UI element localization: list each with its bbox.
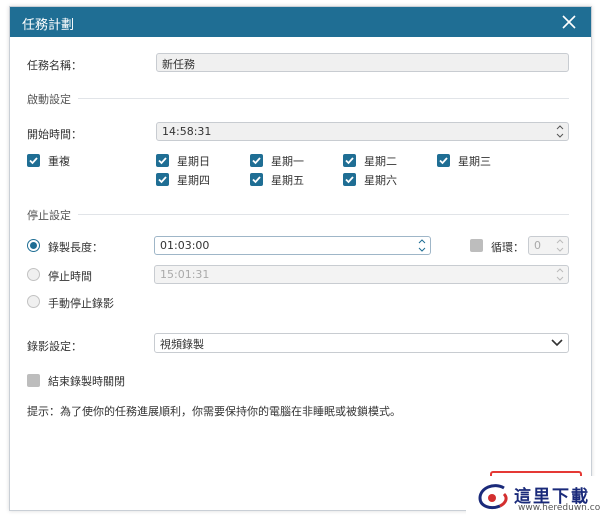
screen: 任務計劃 任務名稱： 新任務 啟動設定 開始時間： 14:58:31 重複 星期… <box>0 0 600 518</box>
close-after-label: 結束錄製時關閉 <box>48 375 125 388</box>
start-section-divider <box>78 98 569 99</box>
stop-time-input[interactable]: 15:01:31 <box>154 265 569 284</box>
day-checkbox-thu[interactable] <box>156 173 169 186</box>
day-checkbox-fri[interactable] <box>250 173 263 186</box>
start-time-label: 開始時間： <box>27 128 82 141</box>
watermark-url: www.hereduwn.com <box>518 503 600 513</box>
duration-value: 01:03:00 <box>160 239 210 252</box>
task-name-value: 新任務 <box>162 58 195 71</box>
start-time-value: 14:58:31 <box>162 125 212 138</box>
day-checkbox-sun[interactable] <box>156 154 169 167</box>
task-name-label: 任務名稱： <box>27 59 82 72</box>
spinner-icon[interactable] <box>555 123 565 140</box>
day-label-mon: 星期一 <box>271 155 304 168</box>
day-label-wed: 星期三 <box>458 155 491 168</box>
close-after-checkbox[interactable] <box>27 374 40 387</box>
stop-time-value: 15:01:31 <box>160 268 210 281</box>
day-label-tue: 星期二 <box>364 155 397 168</box>
duration-label: 錄製長度： <box>48 241 103 254</box>
loop-label: 循環： <box>491 241 524 254</box>
day-checkbox-mon[interactable] <box>250 154 263 167</box>
loop-value: 0 <box>534 239 541 252</box>
day-checkbox-sat[interactable] <box>343 173 356 186</box>
duration-radio[interactable] <box>27 239 40 252</box>
repeat-label: 重複 <box>48 155 70 168</box>
stop-time-label: 停止時間 <box>48 270 92 283</box>
watermark: 這里下載 www.hereduwn.com <box>466 476 600 518</box>
start-time-input[interactable]: 14:58:31 <box>156 122 569 141</box>
day-label-thu: 星期四 <box>177 174 210 187</box>
day-label-sun: 星期日 <box>177 155 210 168</box>
day-checkbox-wed[interactable] <box>437 154 450 167</box>
day-label-sat: 星期六 <box>364 174 397 187</box>
hint-text: 提示：為了使你的任務進展順利，你需要保持你的電腦在非睡眠或被鎖模式。 <box>27 405 401 418</box>
record-settings-value: 視頻錄製 <box>160 338 204 351</box>
close-icon[interactable] <box>560 13 578 31</box>
spinner-icon[interactable] <box>555 237 565 254</box>
loop-input[interactable]: 0 <box>528 236 569 255</box>
day-label-fri: 星期五 <box>271 174 304 187</box>
stop-section-heading: 停止設定 <box>27 209 71 222</box>
watermark-logo-icon <box>478 484 508 510</box>
day-checkbox-tue[interactable] <box>343 154 356 167</box>
task-name-input[interactable]: 新任務 <box>156 53 569 72</box>
dialog-title: 任務計劃 <box>22 18 75 33</box>
loop-checkbox[interactable] <box>470 239 483 252</box>
start-section-heading: 啟動設定 <box>27 93 71 106</box>
task-schedule-dialog: 任務計劃 任務名稱： 新任務 啟動設定 開始時間： 14:58:31 重複 星期… <box>9 6 592 511</box>
record-settings-label: 錄影設定： <box>27 340 82 353</box>
stop-time-radio[interactable] <box>27 268 40 281</box>
chevron-down-icon <box>551 339 563 347</box>
repeat-checkbox[interactable] <box>27 154 40 167</box>
dialog-titlebar: 任務計劃 <box>10 7 591 37</box>
spinner-icon[interactable] <box>555 266 565 283</box>
stop-section-divider <box>78 214 569 215</box>
manual-stop-radio[interactable] <box>27 295 40 308</box>
manual-stop-label: 手動停止錄影 <box>48 297 114 310</box>
duration-input[interactable]: 01:03:00 <box>154 236 431 255</box>
spinner-icon[interactable] <box>417 237 427 254</box>
record-settings-select[interactable]: 視頻錄製 <box>154 333 569 353</box>
